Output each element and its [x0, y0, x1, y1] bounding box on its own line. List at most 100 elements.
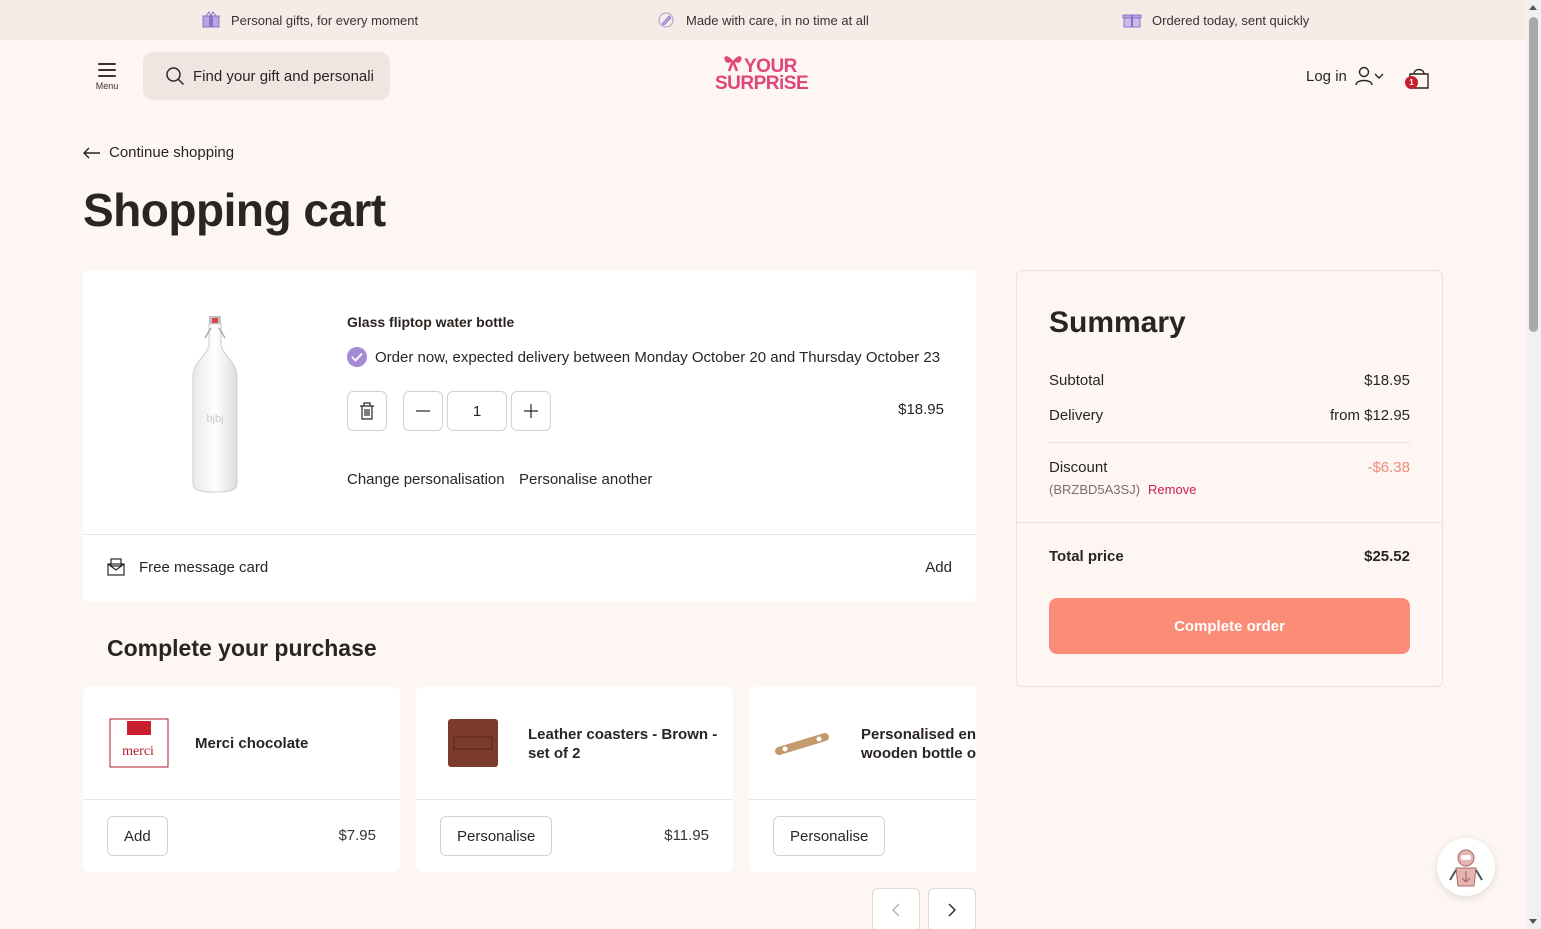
menu-button[interactable]: Menu	[90, 60, 124, 94]
bottle-engraving: bjbj	[206, 413, 223, 425]
arrow-left-icon	[83, 147, 100, 158]
upsell-card: merci Merci chocolate Add $7.95	[83, 687, 400, 872]
promo-item-ordered-today: Ordered today, sent quickly	[1122, 11, 1309, 29]
promo-text: Personal gifts, for every moment	[231, 12, 419, 28]
product-thumbnail	[448, 719, 498, 767]
subtotal-row: Subtotal $18.95	[1049, 372, 1410, 389]
divider	[83, 534, 976, 535]
delivery-text: Order now, expected delivery between Mon…	[375, 348, 941, 366]
continue-shopping-label: Continue shopping	[109, 144, 235, 161]
upsell-product-price: $11.95	[664, 827, 709, 844]
order-summary: Summary Subtotal $18.95 Delivery from $1…	[1016, 270, 1443, 687]
cart-item-card: bjbj Glass fliptop water bottle Order no…	[83, 270, 976, 602]
page-scrollbar[interactable]	[1526, 0, 1541, 929]
cart-item-price: $18.95	[898, 401, 944, 418]
add-product-button[interactable]: Add	[107, 816, 168, 856]
user-icon	[1355, 66, 1384, 86]
logo-text-line2: SURPRiSE	[715, 73, 809, 94]
add-message-card-button[interactable]: Add	[925, 559, 952, 576]
product-thumbnail: merci	[109, 718, 169, 768]
promo-text: Ordered today, sent quickly	[1152, 12, 1310, 28]
chat-assistant-button[interactable]	[1437, 838, 1495, 896]
personalise-another-link[interactable]: Personalise another	[519, 471, 652, 488]
minus-icon	[416, 410, 430, 412]
divider	[1049, 442, 1410, 443]
subtotal-value: $18.95	[1364, 372, 1410, 389]
plus-icon	[524, 404, 538, 418]
promo-item-made-with-care: Made with care, in no time at all	[656, 11, 869, 29]
personalise-product-button[interactable]: Personalise	[440, 816, 553, 856]
discount-value: -$6.38	[1367, 459, 1410, 476]
gift-box-icon	[202, 11, 220, 28]
cart-item-title: Glass fliptop water bottle	[347, 314, 515, 330]
login-label: Log in	[1306, 67, 1347, 85]
product-image: bjbj	[192, 316, 238, 493]
menu-label: Menu	[95, 81, 119, 91]
subtotal-label: Subtotal	[1049, 372, 1105, 389]
login-button[interactable]: Log in	[1306, 66, 1385, 86]
personalise-product-button[interactable]: Personalise	[773, 816, 886, 856]
complete-order-button[interactable]: Complete order	[1049, 598, 1410, 654]
delivery-info: Order now, expected delivery between Mon…	[347, 347, 940, 367]
trash-icon	[360, 402, 374, 420]
page-title: Shopping cart	[83, 184, 386, 236]
upsell-title: Complete your purchase	[107, 635, 377, 661]
upsell-product-name: Leather coasters - Brown - set of 2	[528, 726, 718, 762]
carousel-next-button[interactable]	[928, 888, 976, 929]
robot-icon	[1449, 849, 1483, 887]
scroll-down-arrow-icon[interactable]	[1529, 919, 1537, 924]
message-card-label: Free message card	[139, 558, 269, 576]
promo-text: Made with care, in no time at all	[686, 12, 869, 28]
divider	[1017, 522, 1442, 523]
summary-title: Summary	[1049, 306, 1186, 339]
thumbnail-brand-text: merci	[122, 744, 154, 759]
delivery-row: Delivery from $12.95	[1049, 407, 1410, 424]
discount-label: Discount	[1049, 459, 1108, 476]
present-icon	[1122, 14, 1142, 28]
upsell-carousel: merci Merci chocolate Add $7.95 Leather …	[83, 687, 976, 872]
scrollbar-thumb[interactable]	[1529, 17, 1538, 332]
discount-row: Discount -$6.38	[1049, 459, 1410, 476]
divider	[416, 799, 733, 800]
pencil-icon	[658, 12, 674, 28]
logo[interactable]: YOUR SURPRiSE	[714, 50, 814, 96]
message-card-row: Free message card	[107, 558, 268, 576]
remove-item-button[interactable]	[347, 391, 387, 431]
divider	[83, 799, 400, 800]
quantity-decrease-button[interactable]	[403, 391, 443, 431]
upsell-card: Personalised engraved wooden bottle open…	[749, 687, 976, 872]
delivery-value: from $12.95	[1329, 407, 1410, 424]
upsell-card: Leather coasters - Brown - set of 2 Pers…	[416, 687, 733, 872]
change-personalisation-link[interactable]: Change personalisation	[347, 471, 505, 488]
checkmark-icon	[347, 347, 367, 367]
chevron-left-icon	[892, 903, 900, 917]
total-value: $25.52	[1364, 548, 1410, 565]
search-icon	[166, 67, 185, 86]
cart-button[interactable]: 1	[1405, 64, 1433, 92]
promo-item-personal-gifts: Personal gifts, for every moment	[201, 11, 418, 29]
promo-bar: Personal gifts, for every moment Made wi…	[0, 0, 1526, 40]
scroll-up-arrow-icon[interactable]	[1529, 5, 1537, 10]
total-row: Total price $25.52	[1049, 548, 1410, 565]
cart-count-badge: 1	[1405, 76, 1418, 89]
remove-discount-link[interactable]: Remove	[1148, 482, 1196, 497]
divider	[749, 799, 976, 800]
envelope-icon	[107, 558, 125, 576]
discount-code: (BRZBD5A3SJ)	[1049, 482, 1141, 497]
discount-code-row: (BRZBD5A3SJ) Remove	[1049, 482, 1196, 497]
carousel-prev-button[interactable]	[872, 888, 920, 929]
hamburger-icon	[98, 63, 116, 77]
upsell-product-name: Personalised engraved wooden bottle open…	[861, 726, 976, 762]
total-label: Total price	[1049, 548, 1124, 565]
upsell-product-price: $7.95	[338, 827, 376, 844]
chevron-right-icon	[948, 903, 956, 917]
continue-shopping-link[interactable]: Continue shopping	[83, 144, 234, 161]
product-thumbnail	[775, 733, 829, 755]
search-bar[interactable]	[143, 52, 390, 100]
delivery-label: Delivery	[1049, 407, 1104, 424]
quantity-increase-button[interactable]	[511, 391, 551, 431]
quantity-input[interactable]	[447, 391, 507, 431]
search-input[interactable]	[193, 67, 390, 85]
bow-icon	[724, 56, 742, 72]
upsell-product-name: Merci chocolate	[195, 735, 309, 752]
